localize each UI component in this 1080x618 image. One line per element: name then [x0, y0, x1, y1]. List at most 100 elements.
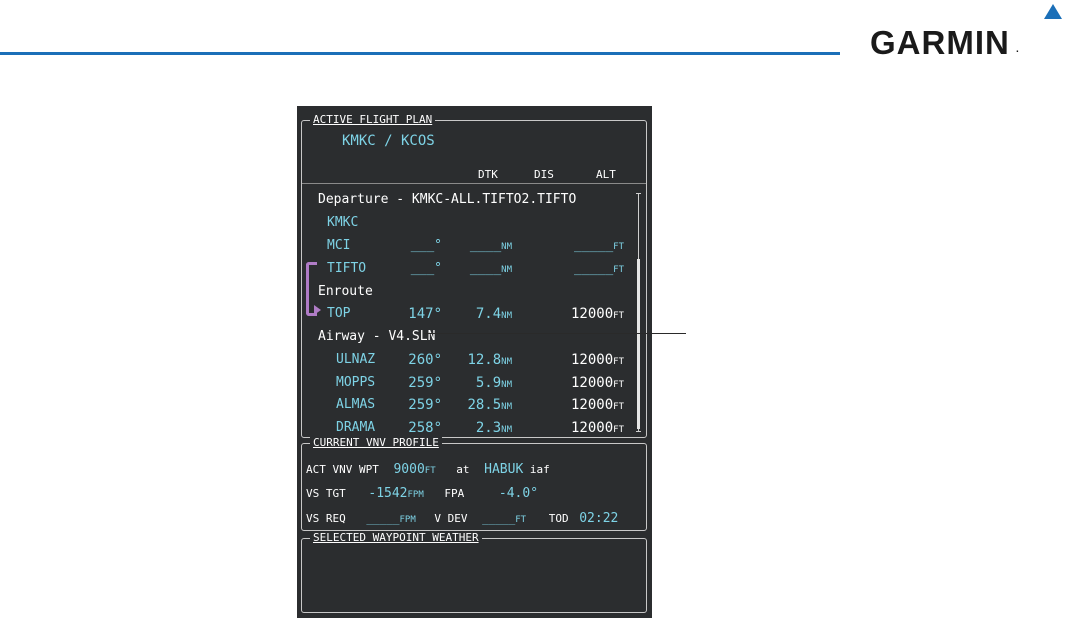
vnv-vs-req-line: VS REQ _____FPM V DEV _____FT TOD 02:22 — [306, 511, 618, 526]
waypoint-dtk: 260° — [408, 352, 442, 368]
alt-value: 12000 — [571, 397, 614, 413]
alt-value: 12000 — [571, 375, 614, 391]
fpa-label: FPA — [444, 487, 465, 500]
vnv-profile-box: CURRENT VNV PROFILE ACT VNV WPT 9000FT a… — [301, 437, 647, 531]
waypoint-alt[interactable]: 12000FT — [571, 420, 624, 436]
act-vnv-label: ACT VNV WPT — [306, 463, 379, 476]
dis-unit: NM — [501, 357, 512, 367]
waypoint-dis: ____NM — [470, 238, 512, 253]
dis-unit: NM — [501, 265, 512, 275]
dis-value: 12.8 — [467, 352, 502, 368]
waypoint-dis: 7.4NM — [476, 306, 512, 322]
header-rule — [0, 52, 840, 55]
waypoint-weather-title: SELECTED WAYPOINT WEATHER — [310, 532, 482, 544]
waypoint-name: KMKC — [327, 215, 359, 230]
scrollbar-bottom-cap — [636, 431, 641, 432]
alt-unit: FT — [613, 425, 624, 435]
section-label: Enroute — [318, 284, 373, 299]
tod-value: 02:22 — [579, 511, 619, 526]
alt-unit: FT — [613, 357, 624, 367]
alt-unit: FT — [613, 380, 624, 390]
alt-unit: FT — [613, 311, 624, 321]
alt-value: 12000 — [571, 306, 614, 322]
active-flight-plan-title: ACTIVE FLIGHT PLAN — [310, 114, 436, 126]
waypoint-name: ULNAZ — [336, 352, 376, 367]
airway-row-mopps[interactable]: MOPPS 259° 5.9NM 12000FT — [302, 372, 632, 394]
waypoint-alt[interactable]: _____FT — [574, 261, 624, 276]
waypoint-dtk: 259° — [408, 375, 442, 391]
vs-tgt-unit: FPM — [407, 490, 424, 500]
callout-line — [424, 333, 686, 334]
waypoint-name: MCI — [327, 238, 351, 253]
col-header-alt: ALT — [596, 168, 616, 181]
waypoint-row-tifto[interactable]: TIFTO ___° ____NM _____FT — [302, 258, 632, 280]
waypoint-dis: 28.5NM — [467, 397, 512, 413]
act-vnv-waypoint: HABUK — [484, 462, 524, 477]
garmin-logo: GARMIN . — [870, 24, 1019, 62]
waypoint-dis: 12.8NM — [467, 352, 512, 368]
dis-value: 28.5 — [467, 397, 502, 413]
waypoint-alt[interactable]: 12000FT — [571, 375, 624, 391]
logo-reg-mark: . — [1016, 44, 1020, 55]
act-vnv-alt: 9000 — [393, 462, 425, 477]
waypoint-row-mci[interactable]: MCI ___° ____NM _____FT — [302, 235, 632, 257]
waypoint-row-top[interactable]: TOP 147° 7.4NM 12000FT — [302, 303, 632, 325]
waypoint-dis: ____NM — [470, 261, 512, 276]
vnv-profile-title: CURRENT VNV PROFILE — [310, 437, 442, 449]
dis-unit: NM — [501, 242, 512, 252]
vs-req-unit: FPM — [399, 515, 416, 525]
section-row-departure[interactable]: Departure - KMKC-ALL.TIFTO2.TIFTO — [302, 189, 632, 211]
waypoint-alt[interactable]: _____FT — [574, 238, 624, 253]
dis-value: ____ — [469, 261, 502, 276]
at-label: at — [456, 463, 470, 476]
alt-unit: FT — [613, 242, 624, 252]
waypoint-weather-box: SELECTED WAYPOINT WEATHER — [301, 532, 647, 613]
vs-req-label: VS REQ — [306, 512, 346, 525]
section-row-enroute[interactable]: Enroute — [302, 281, 632, 303]
waypoint-name: DRAMA — [336, 420, 376, 435]
col-header-dtk: DTK — [478, 168, 498, 181]
waypoint-dtk: ___° — [410, 238, 442, 253]
waypoint-name: ALMAS — [336, 397, 376, 412]
waypoint-alt[interactable]: 12000FT — [571, 306, 624, 322]
dis-value: 7.4 — [475, 306, 502, 322]
act-vnv-alt-unit: FT — [424, 466, 436, 476]
section-label: Airway - V4.SLN — [318, 329, 436, 344]
vdev-value: _____ — [482, 512, 516, 525]
dis-value: ____ — [469, 238, 502, 253]
waypoint-dis: 2.3NM — [476, 420, 512, 436]
alt-unit: FT — [613, 265, 624, 275]
insert-arrow-icon — [314, 305, 321, 315]
dis-unit: NM — [501, 380, 512, 390]
dis-unit: NM — [501, 311, 512, 321]
waypoint-name: TIFTO — [327, 261, 367, 276]
airway-row-ulnaz[interactable]: ULNAZ 260° 12.8NM 12000FT — [302, 349, 632, 371]
alt-value: _____ — [574, 238, 614, 253]
vdev-label: V DEV — [434, 512, 468, 525]
act-vnv-waypoint-type: iaf — [529, 463, 550, 476]
section-label: Departure - KMKC-ALL.TIFTO2.TIFTO — [318, 192, 577, 207]
vnv-act-line: ACT VNV WPT 9000FT at HABUK iaf — [306, 462, 550, 477]
scrollbar-thumb[interactable] — [637, 259, 640, 429]
waypoint-alt[interactable]: 12000FT — [571, 397, 624, 413]
alt-value: 12000 — [571, 420, 614, 436]
waypoint-row-kmkc[interactable]: KMKC — [302, 212, 632, 234]
active-flight-plan-box: ACTIVE FLIGHT PLAN KMKC / KCOS DTK DIS A… — [301, 114, 647, 438]
dis-value: 2.3 — [475, 420, 502, 436]
vnv-vs-tgt-line: VS TGT -1542FPM FPA -4.0° — [306, 486, 538, 501]
fpa-value: -4.0° — [498, 486, 539, 501]
flight-plan-route[interactable]: KMKC / KCOS — [342, 133, 435, 149]
section-row-airway[interactable]: Airway - V4.SLN — [302, 326, 632, 348]
waypoint-alt[interactable]: 12000FT — [571, 352, 624, 368]
waypoint-dtk: ___° — [410, 261, 442, 276]
waypoint-dis: 5.9NM — [476, 375, 512, 391]
col-header-dis: DIS — [534, 168, 554, 181]
mfd-screen: ACTIVE FLIGHT PLAN KMKC / KCOS DTK DIS A… — [297, 106, 652, 618]
waypoint-dtk: 147° — [408, 306, 442, 322]
dis-unit: NM — [501, 402, 512, 412]
airway-row-almas[interactable]: ALMAS 259° 28.5NM 12000FT — [302, 394, 632, 416]
waypoint-dtk: 258° — [408, 420, 442, 436]
vs-tgt-value: -1542 — [368, 486, 408, 501]
alt-value: _____ — [574, 261, 614, 276]
garmin-triangle-icon — [1044, 4, 1062, 19]
